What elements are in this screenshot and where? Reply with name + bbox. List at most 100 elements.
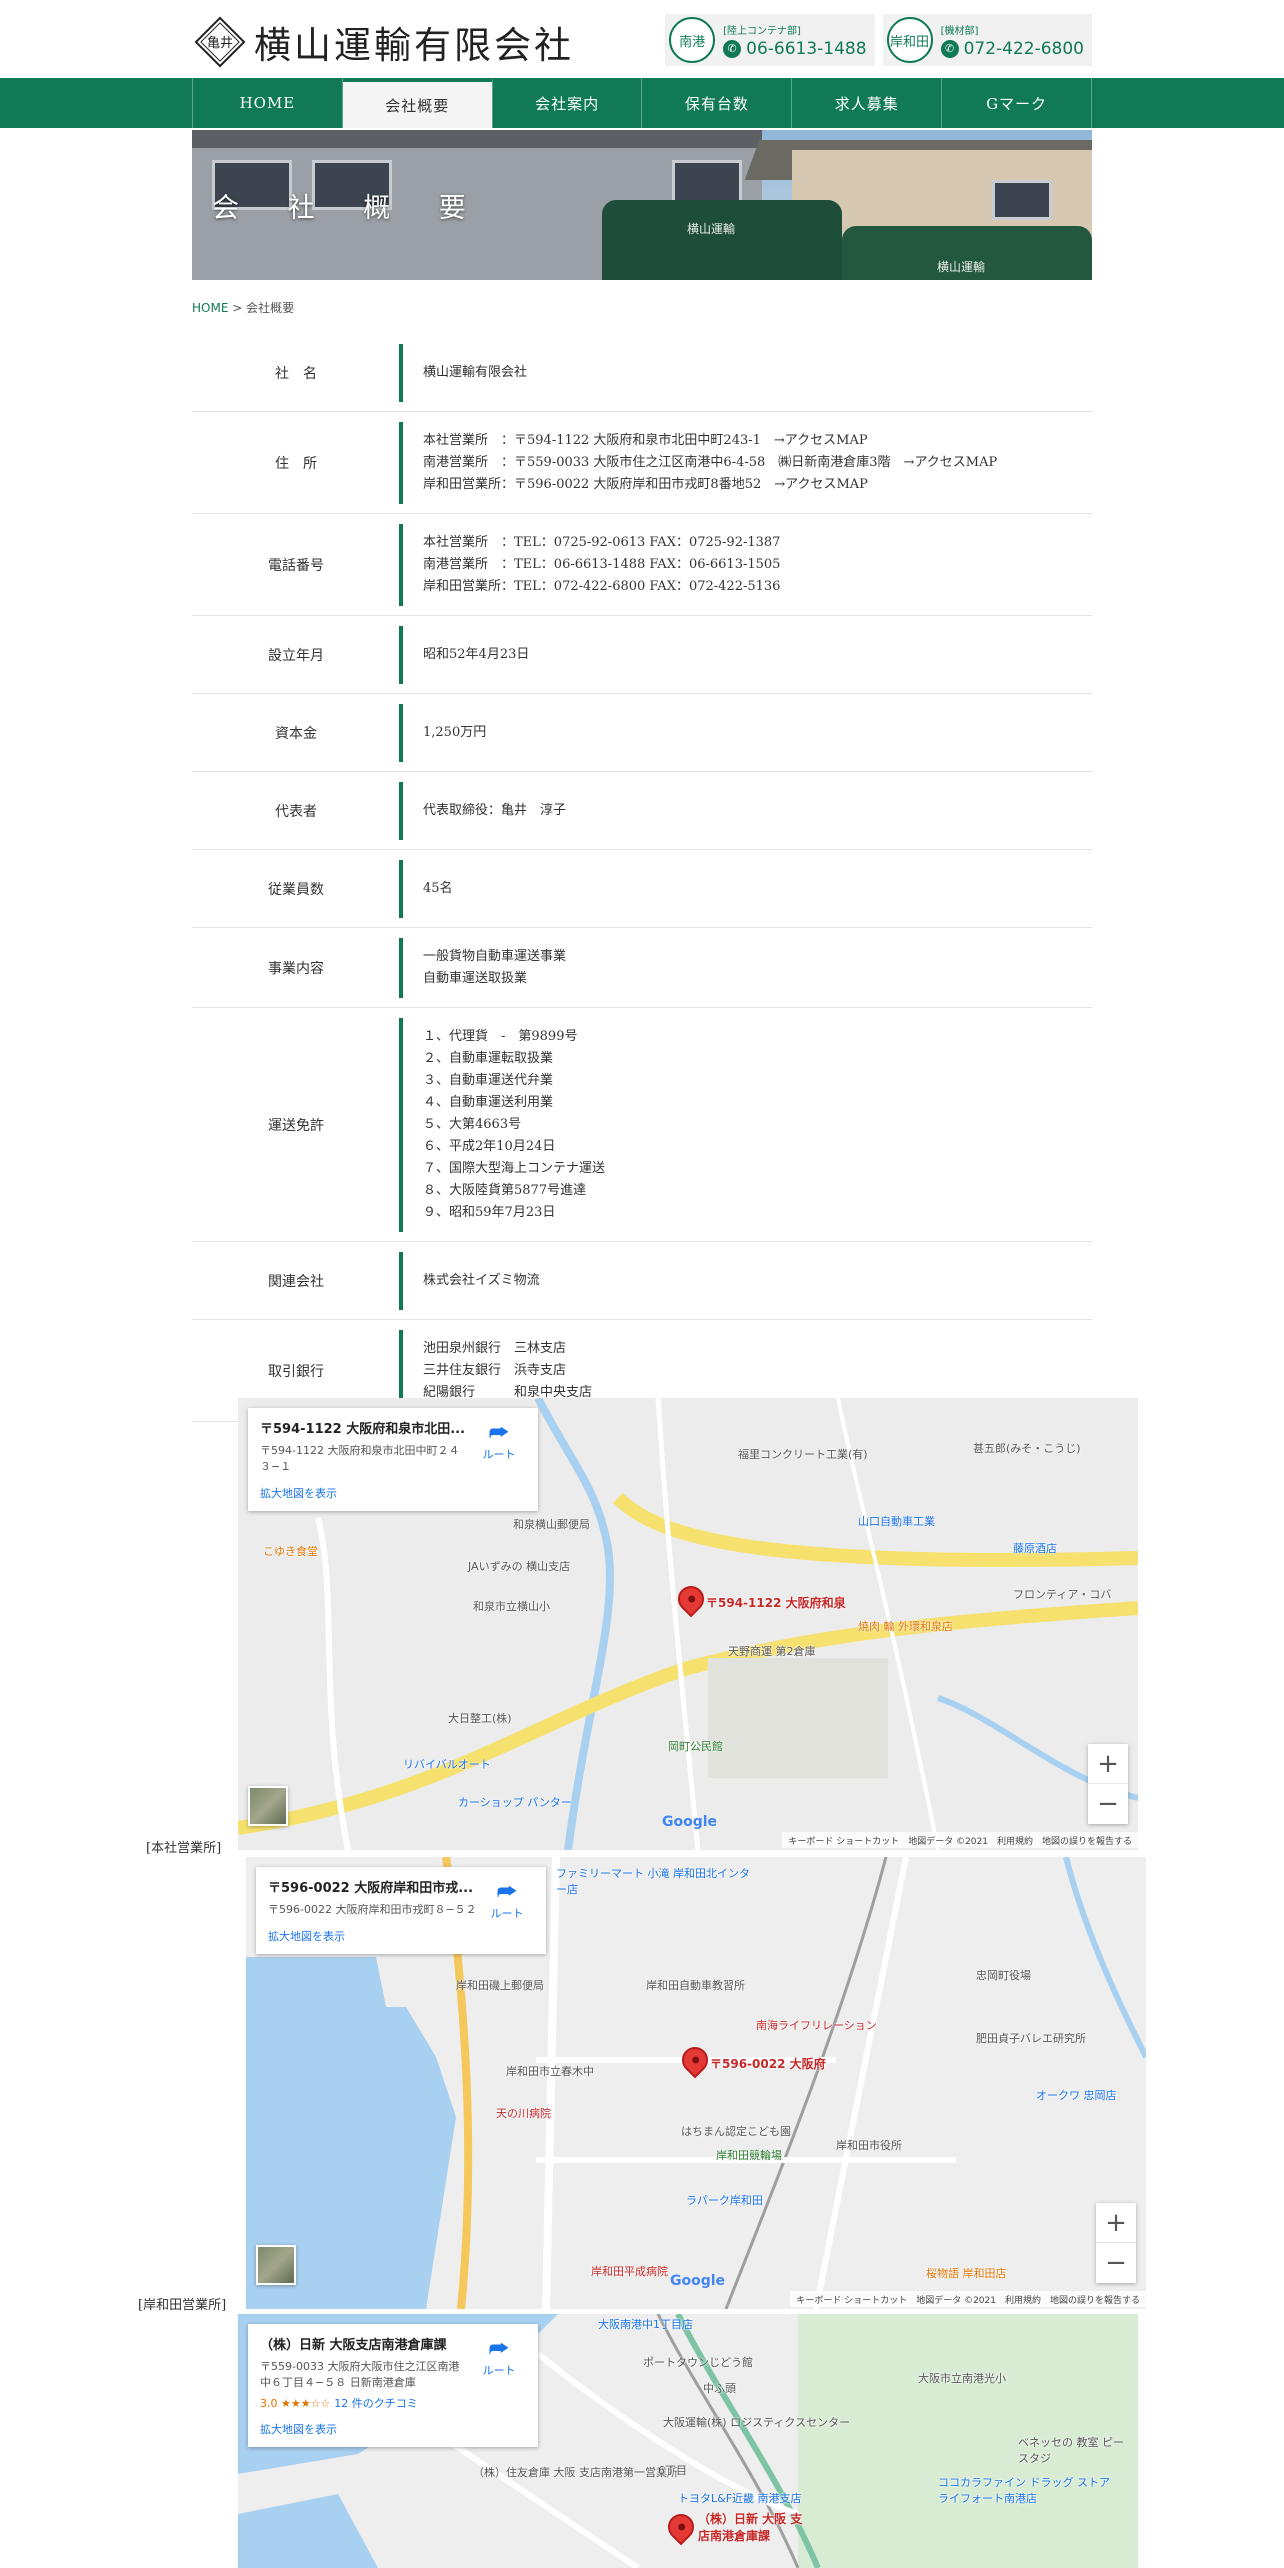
map-poi: JAいずみの 横山支店 [468,1560,571,1573]
header-contacts: 南港 [陸上コンテナ部] ✆ 06-6613-1488 岸和田 [機材部] ✆ … [665,14,1092,66]
truck-label: 横山運輸 [937,260,986,274]
contact-phone-number: 06-6613-1488 [746,38,867,59]
map-attribution[interactable]: キーボード ショートカット 地図データ ©2021 利用規約 地図の誤りを報告す… [782,1832,1138,1848]
info-row-divider [399,704,403,762]
map-poi: 天野商運 第2倉庫 [728,1645,816,1658]
info-row-label: 取引銀行 [268,1364,324,1380]
info-row-value: 本社営業所 ：TEL：0725-92-0613 FAX：0725-92-1387… [423,532,780,598]
map-enlarge-link[interactable]: 拡大地図を表示 [260,1485,526,1501]
nav-company-guide[interactable]: 会社案内 [493,78,643,128]
info-row-divider [399,1252,403,1310]
contact-phone-link[interactable]: ✆ 06-6613-1488 [723,38,867,59]
map-enlarge-link[interactable]: 拡大地図を表示 [268,1928,534,1944]
info-row-divider [399,938,403,998]
map-poi: こゆき食堂 [263,1545,318,1558]
map-poi: 藤原酒店 [1013,1542,1057,1555]
info-line: 昭和52年4月23日 [423,647,530,662]
site-header: 亀井 横山運輸有限会社 南港 [陸上コンテナ部] ✆ 06-6613-1488 … [192,0,1092,78]
info-row-divider [399,524,403,606]
map-poi: リバイバルオート [403,1758,491,1771]
map-poi: 岸和田市役所 [836,2139,902,2152]
contact-badge: 岸和田 [886,17,933,63]
nav-company-overview[interactable]: 会社概要 [342,78,493,128]
info-row: 運送免許 １、代理貨 - 第9899号 ２、自動車運転取扱業 ３、自動車運送代弁業 ４、… [192,1008,1092,1242]
contact-phone-number: 072-422-6800 [963,38,1084,59]
map-route-button[interactable]: ⮫ ルート [474,2338,524,2378]
map-card-address: 〒596-0022 大阪府岸和田市戎町８−５２ [268,1903,477,1916]
zoom-out-button[interactable]: − [1088,1784,1128,1824]
info-line: １、代理貨 - 第9899号 [423,1029,578,1044]
info-line[interactable]: 本社営業所 ：〒594-1122 大阪府和泉市北田中町243-1 →アクセスMA… [423,430,997,452]
map-card-title: 〒596-0022 大阪府岸和田市戎... [268,1881,474,1896]
info-row-divider [399,1018,403,1232]
info-row-divider [399,626,403,684]
google-logo: Google [670,2273,726,2289]
info-line: ６、平成2年10月24日 [423,1139,556,1154]
info-row-divider [399,782,403,840]
map-poi: ベネッセの 教室 ピースタジ [1018,2436,1124,2465]
map-caption: [本社営業所] [146,1841,222,1856]
info-row-divider [399,422,403,504]
contact-phone-link[interactable]: ✆ 072-422-6800 [940,38,1084,59]
map-satellite-toggle[interactable] [256,2245,296,2285]
map-pin-label: 〒594-1122 大阪府和泉 [706,1596,846,1610]
company-logo[interactable]: 亀井 横山運輸有限会社 [192,14,574,70]
info-row: 設立年月 昭和52年4月23日 [192,616,1092,694]
map-poi: 大阪南港中1丁目店 [598,2318,693,2331]
info-row-value: 本社営業所 ：〒594-1122 大阪府和泉市北田中町243-1 →アクセスMA… [423,430,997,496]
map-route-button[interactable]: ⮫ ルート [482,1881,532,1921]
zoom-in-button[interactable]: + [1096,2203,1136,2243]
reviews-link[interactable]: 12 件のクチコミ [334,2397,418,2410]
map-poi: ラパーク岸和田 [686,2194,763,2207]
map-satellite-toggle[interactable] [248,1786,288,1826]
map-card-address: 〒559-0033 大阪府大阪市住之江区南港中６丁目４−５８ 日新南港倉庫 [260,2360,460,2389]
map-poi: 大阪運輸(株) ロジスティクスセンター [663,2416,851,2429]
contact-badge: 南港 [669,17,716,63]
map-poi: オークワ 忠岡店 [1036,2089,1117,2102]
nav-home[interactable]: HOME [193,78,343,128]
phone-icon: ✆ [723,39,742,58]
map-attribution[interactable]: キーボード ショートカット 地図データ ©2021 利用規約 地図の誤りを報告す… [790,2291,1146,2307]
map-poi: （株）住友倉庫 大阪 支店南港第一営業所 [473,2466,678,2479]
info-line[interactable]: 岸和田営業所：〒596-0022 大阪府岸和田市戎町8番地52 →アクセスMAP [423,474,997,496]
nav-g-mark[interactable]: Gマーク [942,78,1092,128]
info-row-label: 運送免許 [268,1118,324,1134]
info-row: 社 名 横山運輸有限会社 [192,334,1092,412]
map-poi: ポートタウンじどう館 [643,2356,753,2369]
map-enlarge-link[interactable]: 拡大地図を表示 [260,2421,526,2437]
map-info-card: （株）日新 大阪支店南港倉庫課 〒559-0033 大阪府大阪市住之江区南港中６… [248,2324,538,2447]
map-kishiwada[interactable]: ファミリーマート 小滝 岸和田北インター店 岸和田磯上郵便局 岸和田自動車教習所… [246,1857,1146,2309]
map-pin-label: 〒596-0022 大阪府 [710,2057,826,2071]
map-poi: 和泉市立横山小 [473,1600,550,1613]
info-line: 自動車運送取扱業 [423,971,528,986]
map-info-card: 〒596-0022 大阪府岸和田市戎... 〒596-0022 大阪府岸和田市戎… [256,1867,546,1954]
map-card-title: （株）日新 大阪支店南港倉庫課 [260,2338,447,2353]
zoom-in-button[interactable]: + [1088,1744,1128,1784]
map-honsha[interactable]: 福里コンクリート工業(有) 甚五郎(みそ・こうじ) 山口自動車工業 藤原酒店 J… [238,1398,1138,1850]
map-caption: [岸和田営業所] [138,2298,227,2313]
info-line: ２、自動車運転取扱業 [423,1051,554,1066]
main-nav: HOME 会社概要 会社案内 保有台数 求人募集 Gマーク [0,78,1284,128]
map-zoom-control: + − [1096,2203,1136,2283]
info-row-value: 一般貨物自動車運送事業 自動車運送取扱業 [423,946,566,990]
contact-label: [陸上コンテナ部] [723,25,801,37]
info-line: 代表取締役：亀井 淳子 [423,803,567,818]
map-poi: 肥田貞子バレエ研究所 [976,2032,1086,2045]
info-line[interactable]: 南港営業所 ：〒559-0033 大阪市住之江区南港中6-4-58 ㈱日新南港倉… [423,452,997,474]
map-poi: フロンティア・コバ [1013,1588,1112,1601]
zoom-out-button[interactable]: − [1096,2243,1136,2283]
map-nanko[interactable]: 大阪南港中1丁目店 ポートタウンじどう館 中ふ頭 大阪運輸(株) ロジスティクス… [238,2314,1138,2568]
info-row-value: 横山運輸有限会社 [423,362,527,384]
info-line: 一般貨物自動車運送事業 [423,949,567,964]
map-poi: はちまん認定こども園 [681,2125,791,2138]
breadcrumb-separator: > [228,301,247,315]
map-route-button[interactable]: ⮫ ルート [474,1422,524,1462]
nav-fleet-count[interactable]: 保有台数 [642,78,793,128]
info-row: 資本金 1,250万円 [192,694,1092,772]
map-poi: 岡町公民館 [668,1740,723,1753]
map-poi: 甚五郎(みそ・こうじ) [973,1442,1081,1455]
map-poi: 和泉横山郵便局 [513,1518,590,1531]
nav-recruitment[interactable]: 求人募集 [792,78,943,128]
breadcrumb-home-link[interactable]: HOME [192,301,228,315]
info-row-label: 代表者 [275,804,317,820]
